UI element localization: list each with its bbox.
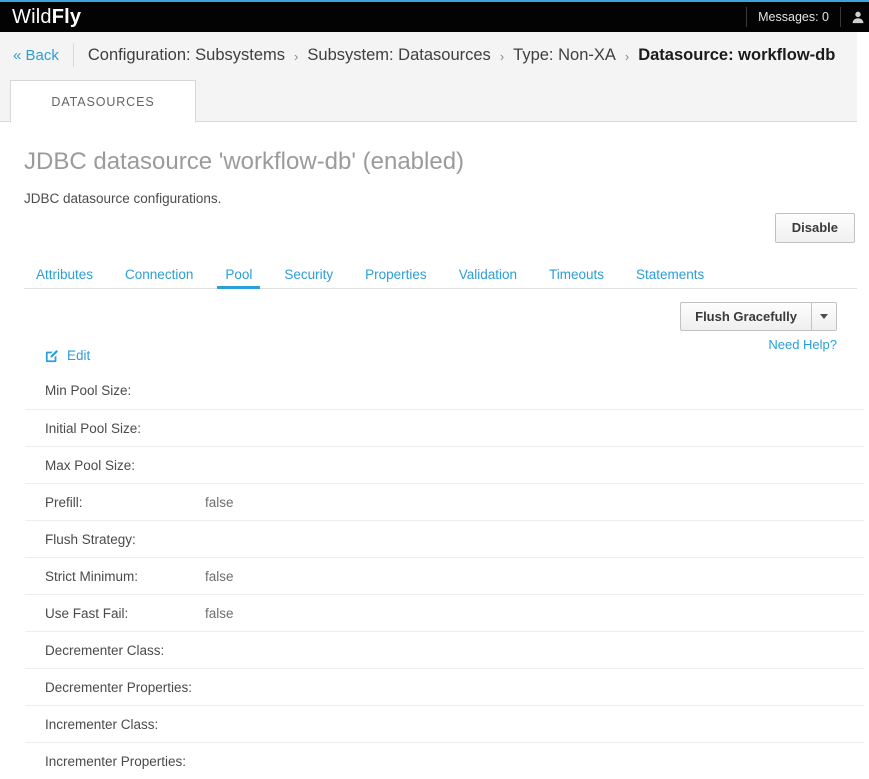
page-subtitle: JDBC datasource configurations. bbox=[24, 191, 869, 206]
topbar-right-group: Messages: 0 bbox=[746, 1, 869, 33]
breadcrumb-separator-icon: › bbox=[491, 49, 513, 64]
wildfly-logo[interactable]: WildFly bbox=[12, 7, 81, 27]
edit-pencil-icon bbox=[45, 349, 59, 363]
attribute-label-flush-strategy: Flush Strategy: bbox=[45, 532, 205, 547]
attribute-label-max-pool-size: Max Pool Size: bbox=[45, 458, 205, 473]
table-row: Incrementer Class: bbox=[25, 705, 864, 742]
table-row: Use Fast Fail: false bbox=[25, 594, 864, 631]
edit-link[interactable]: Edit bbox=[45, 348, 90, 363]
table-row: Decrementer Properties: bbox=[25, 668, 864, 705]
breadcrumb-item-type[interactable]: Type: Non-XA bbox=[513, 46, 616, 65]
edit-link-label: Edit bbox=[67, 348, 90, 363]
back-link[interactable]: « Back bbox=[0, 47, 73, 64]
table-row: Decrementer Class: bbox=[25, 631, 864, 668]
attribute-label-incrementer-class: Incrementer Class: bbox=[45, 717, 205, 732]
attribute-label-use-fast-fail: Use Fast Fail: bbox=[45, 606, 205, 621]
table-row: Initial Pool Size: bbox=[25, 409, 864, 446]
attribute-label-prefill: Prefill: bbox=[45, 495, 205, 510]
table-row: Incrementer Properties: bbox=[25, 742, 864, 779]
tab-attributes[interactable]: Attributes bbox=[24, 268, 109, 289]
messages-indicator[interactable]: Messages: 0 bbox=[747, 1, 840, 33]
table-row: Min Pool Size: bbox=[25, 372, 864, 409]
brand-light: Wild bbox=[12, 6, 52, 28]
breadcrumb-item-datasource[interactable]: Datasource: workflow-db bbox=[638, 46, 835, 65]
flush-split-button: Flush Gracefully bbox=[680, 302, 837, 331]
attribute-value-use-fast-fail: false bbox=[205, 606, 234, 621]
flush-gracefully-button[interactable]: Flush Gracefully bbox=[680, 302, 811, 331]
table-row: Prefill: false bbox=[25, 483, 864, 520]
attribute-value-prefill: false bbox=[205, 495, 234, 510]
attribute-label-min-pool-size: Min Pool Size: bbox=[45, 383, 205, 398]
table-row: Max Pool Size: bbox=[25, 446, 864, 483]
attribute-label-decrementer-properties: Decrementer Properties: bbox=[45, 680, 205, 695]
top-navigation-bar: WildFly Messages: 0 bbox=[0, 0, 869, 32]
page-title: JDBC datasource 'workflow-db' (enabled) bbox=[24, 149, 869, 175]
pool-attributes-table: Min Pool Size: Initial Pool Size: Max Po… bbox=[25, 372, 864, 779]
attribute-label-strict-minimum: Strict Minimum: bbox=[45, 569, 205, 584]
user-icon[interactable] bbox=[841, 1, 869, 33]
breadcrumb-item-subsystem[interactable]: Subsystem: Datasources bbox=[307, 46, 490, 65]
breadcrumb: Configuration: Subsystems › Subsystem: D… bbox=[74, 46, 835, 65]
tab-properties[interactable]: Properties bbox=[349, 268, 443, 289]
datasource-sub-tabs: Attributes Connection Pool Security Prop… bbox=[24, 262, 857, 289]
tab-timeouts[interactable]: Timeouts bbox=[533, 268, 620, 289]
attribute-label-initial-pool-size: Initial Pool Size: bbox=[45, 421, 205, 436]
table-row: Strict Minimum: false bbox=[25, 557, 864, 594]
page-content: JDBC datasource 'workflow-db' (enabled) … bbox=[0, 122, 869, 206]
tab-validation[interactable]: Validation bbox=[443, 268, 533, 289]
breadcrumb-bar: « Back Configuration: Subsystems › Subsy… bbox=[0, 32, 857, 78]
chevron-down-icon bbox=[820, 314, 828, 319]
attribute-value-strict-minimum: false bbox=[205, 569, 234, 584]
tab-pool[interactable]: Pool bbox=[209, 268, 268, 289]
need-help-link[interactable]: Need Help? bbox=[768, 337, 837, 352]
disable-button-wrapper: Disable bbox=[775, 213, 855, 243]
main-tab-strip: DATASOURCES bbox=[0, 78, 857, 122]
tab-statements[interactable]: Statements bbox=[620, 268, 720, 289]
tab-datasources[interactable]: DATASOURCES bbox=[10, 80, 196, 123]
attribute-label-decrementer-class: Decrementer Class: bbox=[45, 643, 205, 658]
flush-dropdown-toggle[interactable] bbox=[811, 302, 837, 331]
table-row: Flush Strategy: bbox=[25, 520, 864, 557]
attribute-label-incrementer-properties: Incrementer Properties: bbox=[45, 754, 205, 769]
tab-connection[interactable]: Connection bbox=[109, 268, 209, 289]
disable-button[interactable]: Disable bbox=[775, 213, 855, 243]
breadcrumb-item-configuration[interactable]: Configuration: Subsystems bbox=[88, 46, 285, 65]
breadcrumb-separator-icon: › bbox=[285, 49, 307, 64]
tab-security[interactable]: Security bbox=[268, 268, 349, 289]
brand-bold: Fly bbox=[52, 6, 82, 28]
breadcrumb-separator-icon: › bbox=[616, 49, 638, 64]
